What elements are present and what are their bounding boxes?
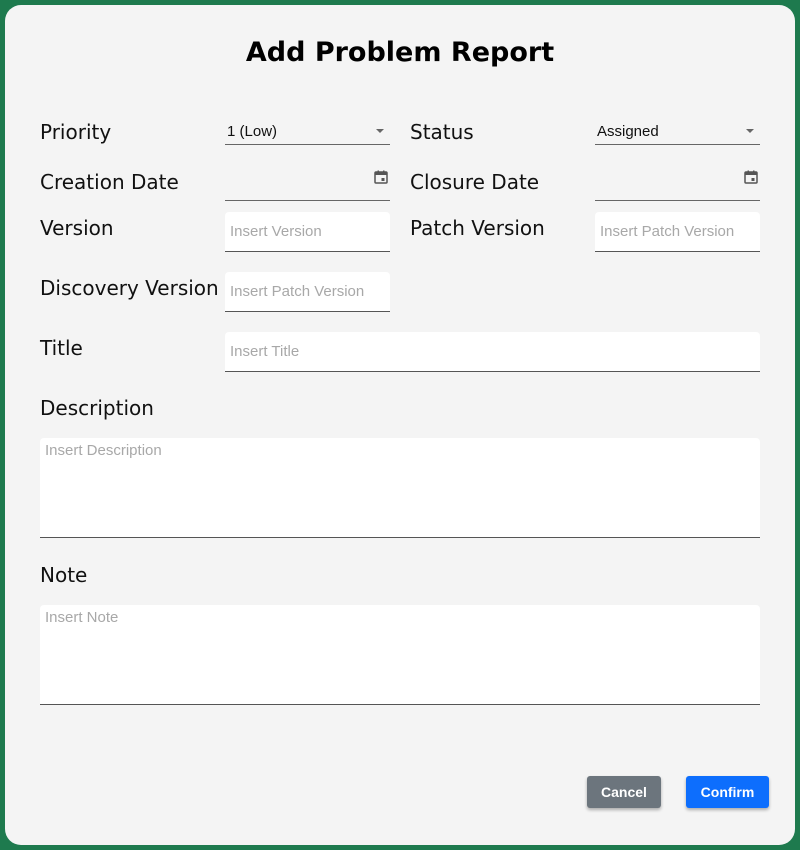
cancel-button[interactable]: Cancel	[587, 776, 661, 808]
patch-version-label: Patch Version	[410, 216, 545, 240]
status-label: Status	[410, 120, 474, 144]
priority-select[interactable]: 1 (Low)	[225, 117, 390, 145]
creation-date-field[interactable]	[225, 165, 390, 201]
discovery-version-label: Discovery Version	[40, 276, 219, 300]
note-label: Note	[40, 563, 88, 587]
confirm-button[interactable]: Confirm	[686, 776, 769, 808]
description-textarea[interactable]	[40, 438, 760, 538]
creation-date-label: Creation Date	[40, 170, 179, 194]
chevron-down-icon	[746, 129, 754, 133]
patch-version-input[interactable]	[595, 212, 760, 252]
note-textarea[interactable]	[40, 605, 760, 705]
version-label: Version	[40, 216, 114, 240]
chevron-down-icon	[376, 129, 384, 133]
version-input[interactable]	[225, 212, 390, 252]
add-problem-report-dialog: Add Problem Report Priority 1 (Low) Stat…	[5, 5, 795, 845]
discovery-version-input[interactable]	[225, 272, 390, 312]
description-label: Description	[40, 396, 154, 420]
status-select[interactable]: Assigned	[595, 117, 760, 145]
calendar-icon[interactable]	[744, 170, 758, 184]
title-label: Title	[40, 336, 83, 360]
priority-label: Priority	[40, 120, 112, 144]
closure-date-field[interactable]	[595, 165, 760, 201]
dialog-title: Add Problem Report	[245, 37, 555, 68]
calendar-icon[interactable]	[374, 170, 388, 184]
title-input[interactable]	[225, 332, 760, 372]
priority-value: 1 (Low)	[227, 123, 278, 140]
closure-date-label: Closure Date	[410, 170, 540, 194]
status-value: Assigned	[597, 123, 659, 140]
